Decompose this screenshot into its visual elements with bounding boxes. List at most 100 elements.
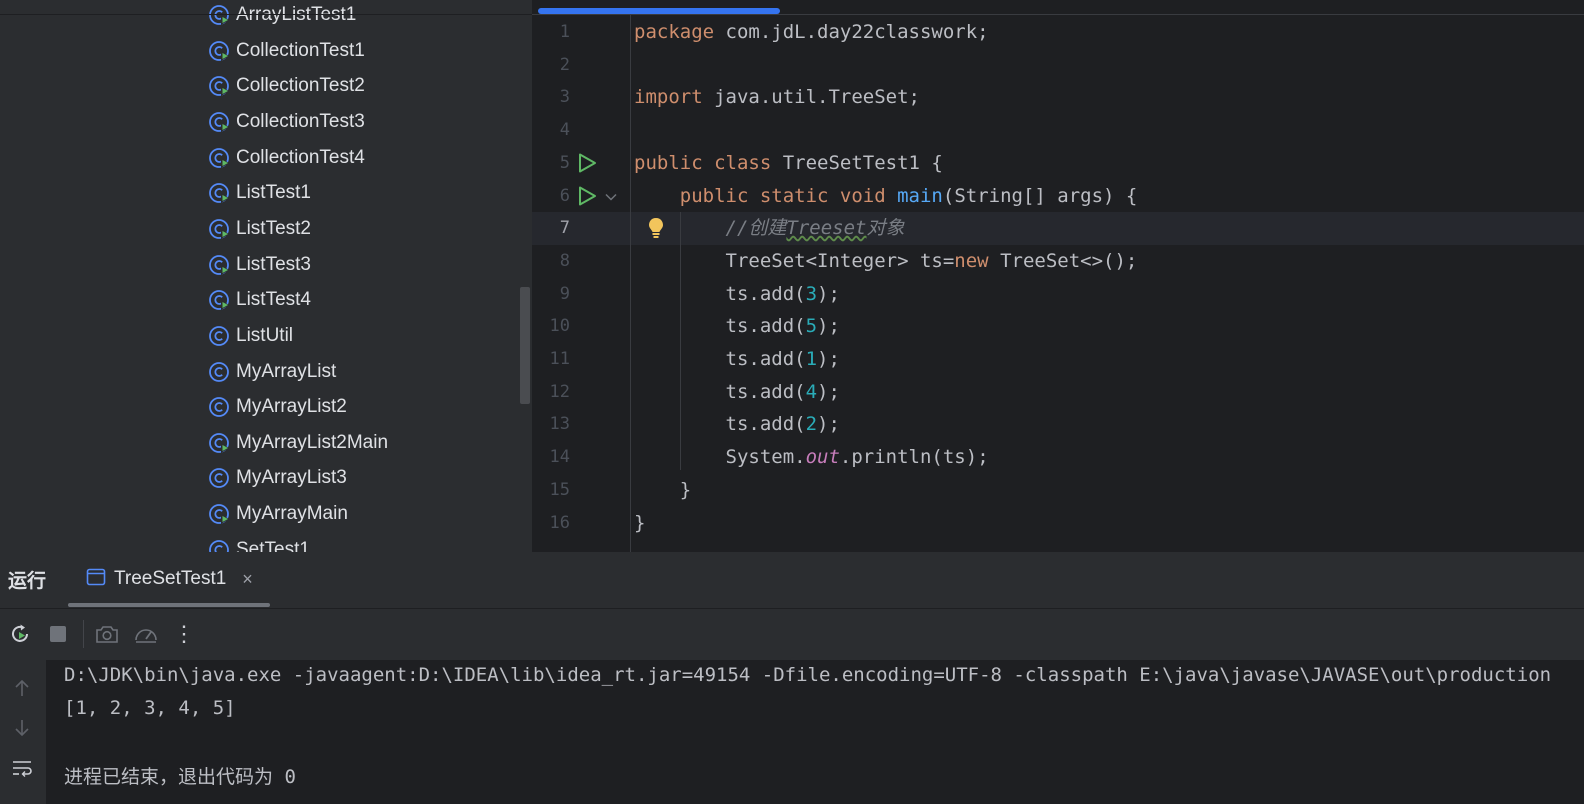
code-line[interactable]: 9 ts.add(3);: [532, 278, 1584, 311]
profiler-button[interactable]: [132, 620, 160, 648]
tab-treesettest1[interactable]: TreeSetTest1 ×: [86, 562, 253, 596]
tree-item[interactable]: ListTest3: [208, 248, 311, 282]
code-text: System.out.println(ts);: [634, 441, 989, 474]
fold-chevron-icon[interactable]: [604, 190, 618, 204]
soft-wrap-button[interactable]: [8, 754, 36, 782]
code-token: //创建: [725, 217, 787, 240]
tree-item-label: CollectionTest1: [236, 39, 365, 61]
tree-item-label: MyArrayMain: [236, 503, 348, 525]
tree-item[interactable]: CollectionTest4: [208, 141, 365, 175]
tree-item[interactable]: ListTest1: [208, 176, 311, 210]
run-tab-underline: [68, 603, 270, 607]
run-tool-title: 运行: [8, 571, 47, 592]
runnable-class-icon: [208, 254, 236, 276]
line-number: 5: [559, 152, 570, 173]
line-number: 13: [549, 414, 570, 435]
code-text: ts.add(2);: [634, 408, 840, 441]
code-line[interactable]: 12 ts.add(4);: [532, 376, 1584, 409]
scroll-up-button[interactable]: [8, 674, 36, 702]
class-icon: [208, 396, 236, 418]
code-line[interactable]: 10 ts.add(5);: [532, 310, 1584, 343]
code-line[interactable]: 1 package com.jdL.day22classwork;: [532, 16, 1584, 49]
runnable-class-icon: [208, 432, 236, 454]
close-icon[interactable]: ×: [242, 569, 253, 590]
tree-scrollbar[interactable]: [520, 287, 530, 404]
screenshot-button[interactable]: [93, 620, 121, 648]
tree-item[interactable]: CollectionTest2: [208, 69, 365, 103]
rerun-button[interactable]: [6, 620, 34, 648]
tree-item[interactable]: MyArrayMain: [208, 497, 348, 531]
line-number: 3: [559, 87, 570, 108]
indent-guide: [680, 212, 681, 470]
tree-item[interactable]: ListTest4: [208, 283, 311, 317]
code-token: public class: [634, 151, 783, 174]
code-token: );: [817, 348, 840, 370]
tree-item[interactable]: SetTest1: [208, 533, 310, 552]
runnable-class-icon: [208, 539, 236, 552]
scroll-down-button[interactable]: [8, 714, 36, 742]
code-line[interactable]: 7 //创建Treeset对象: [532, 212, 1584, 246]
code-line[interactable]: 13 ts.add(2);: [532, 408, 1584, 441]
run-gutter-icon[interactable]: [576, 152, 598, 174]
code-line[interactable]: 16}: [532, 507, 1584, 540]
line-number: 8: [559, 250, 570, 271]
runnable-class-icon: [208, 182, 236, 204]
tree-item[interactable]: MyArrayList2Main: [208, 426, 388, 460]
runnable-class-icon: [208, 289, 236, 311]
code-token: 4: [805, 380, 818, 403]
code-line[interactable]: 2: [532, 49, 1584, 82]
tree-item-label: MyArrayList2: [236, 396, 347, 418]
code-text: TreeSet<Integer> ts=new TreeSet<>();: [634, 245, 1138, 278]
console-program-output: [1, 2, 3, 4, 5]: [64, 697, 236, 719]
editor-top-border: [532, 14, 1584, 15]
run-gutter-icon[interactable]: [576, 185, 598, 207]
tree-item[interactable]: MyArrayList2: [208, 390, 347, 424]
tree-item-label: MyArrayList: [236, 360, 337, 382]
code-token: import: [634, 86, 715, 109]
code-line[interactable]: 6 public static void main(String[] args)…: [532, 180, 1584, 213]
tree-item[interactable]: ListTest2: [208, 212, 311, 246]
code-text: }: [634, 507, 645, 540]
lightbulb-icon[interactable]: [646, 216, 666, 240]
code-line[interactable]: 14 System.out.println(ts);: [532, 441, 1584, 474]
code-line[interactable]: 11 ts.add(1);: [532, 343, 1584, 376]
code-line[interactable]: 15 }: [532, 474, 1584, 507]
run-header-border: [0, 608, 1584, 609]
code-line[interactable]: 4: [532, 114, 1584, 147]
run-panel: 运行 TreeSetTest1 × ⋮ D:\JDK\bin\java.exe …: [0, 552, 1584, 804]
tree-item[interactable]: MyArrayList3: [208, 461, 347, 495]
console-output[interactable]: D:\JDK\bin\java.exe -javaagent:D:\IDEA\l…: [46, 660, 1584, 804]
tree-item[interactable]: CollectionTest1: [208, 34, 365, 68]
tree-item-label: MyArrayList2Main: [236, 431, 389, 453]
tree-item[interactable]: CollectionTest3: [208, 105, 365, 139]
tree-item-label: ListUtil: [236, 324, 294, 346]
class-icon: [208, 325, 236, 347]
line-number: 6: [559, 185, 570, 206]
code-token: java.util.TreeSet;: [714, 86, 920, 109]
line-number: 1: [559, 22, 570, 42]
code-line[interactable]: 8 TreeSet<Integer> ts=new TreeSet<>();: [532, 245, 1584, 278]
tree-item[interactable]: MyArrayList: [208, 355, 336, 389]
code-token: 3: [805, 282, 818, 305]
console-side-toolbar: [0, 660, 46, 804]
tree-top-border: [0, 14, 532, 15]
code-line[interactable]: 5 public class TreeSetTest1 {: [532, 147, 1584, 180]
code-token: com.jdL.day22classwork;: [725, 21, 989, 43]
runnable-class-icon: [208, 503, 236, 525]
code-token: ts.add(: [634, 315, 806, 338]
line-number: 11: [549, 349, 570, 369]
code-token: new: [954, 249, 1001, 272]
code-token: 5: [805, 315, 818, 338]
code-token: }: [634, 511, 646, 534]
editor-panel[interactable]: 1 package com.jdL.day22classwork; 2 3 import…: [532, 0, 1584, 552]
line-number: 14: [549, 447, 570, 468]
arrow-down-icon: [15, 720, 29, 737]
tree-item[interactable]: ArrayListTest1: [208, 0, 356, 32]
tree-item-label: CollectionTest3: [236, 110, 365, 132]
stop-button[interactable]: [44, 620, 72, 648]
code-line[interactable]: 3 import java.util.TreeSet;: [532, 81, 1584, 114]
more-options-button[interactable]: ⋮: [170, 620, 198, 648]
code-text: public class TreeSetTest1 {: [634, 147, 943, 180]
tree-item-label: SetTest1: [236, 538, 310, 552]
tree-item[interactable]: ListUtil: [208, 319, 293, 353]
